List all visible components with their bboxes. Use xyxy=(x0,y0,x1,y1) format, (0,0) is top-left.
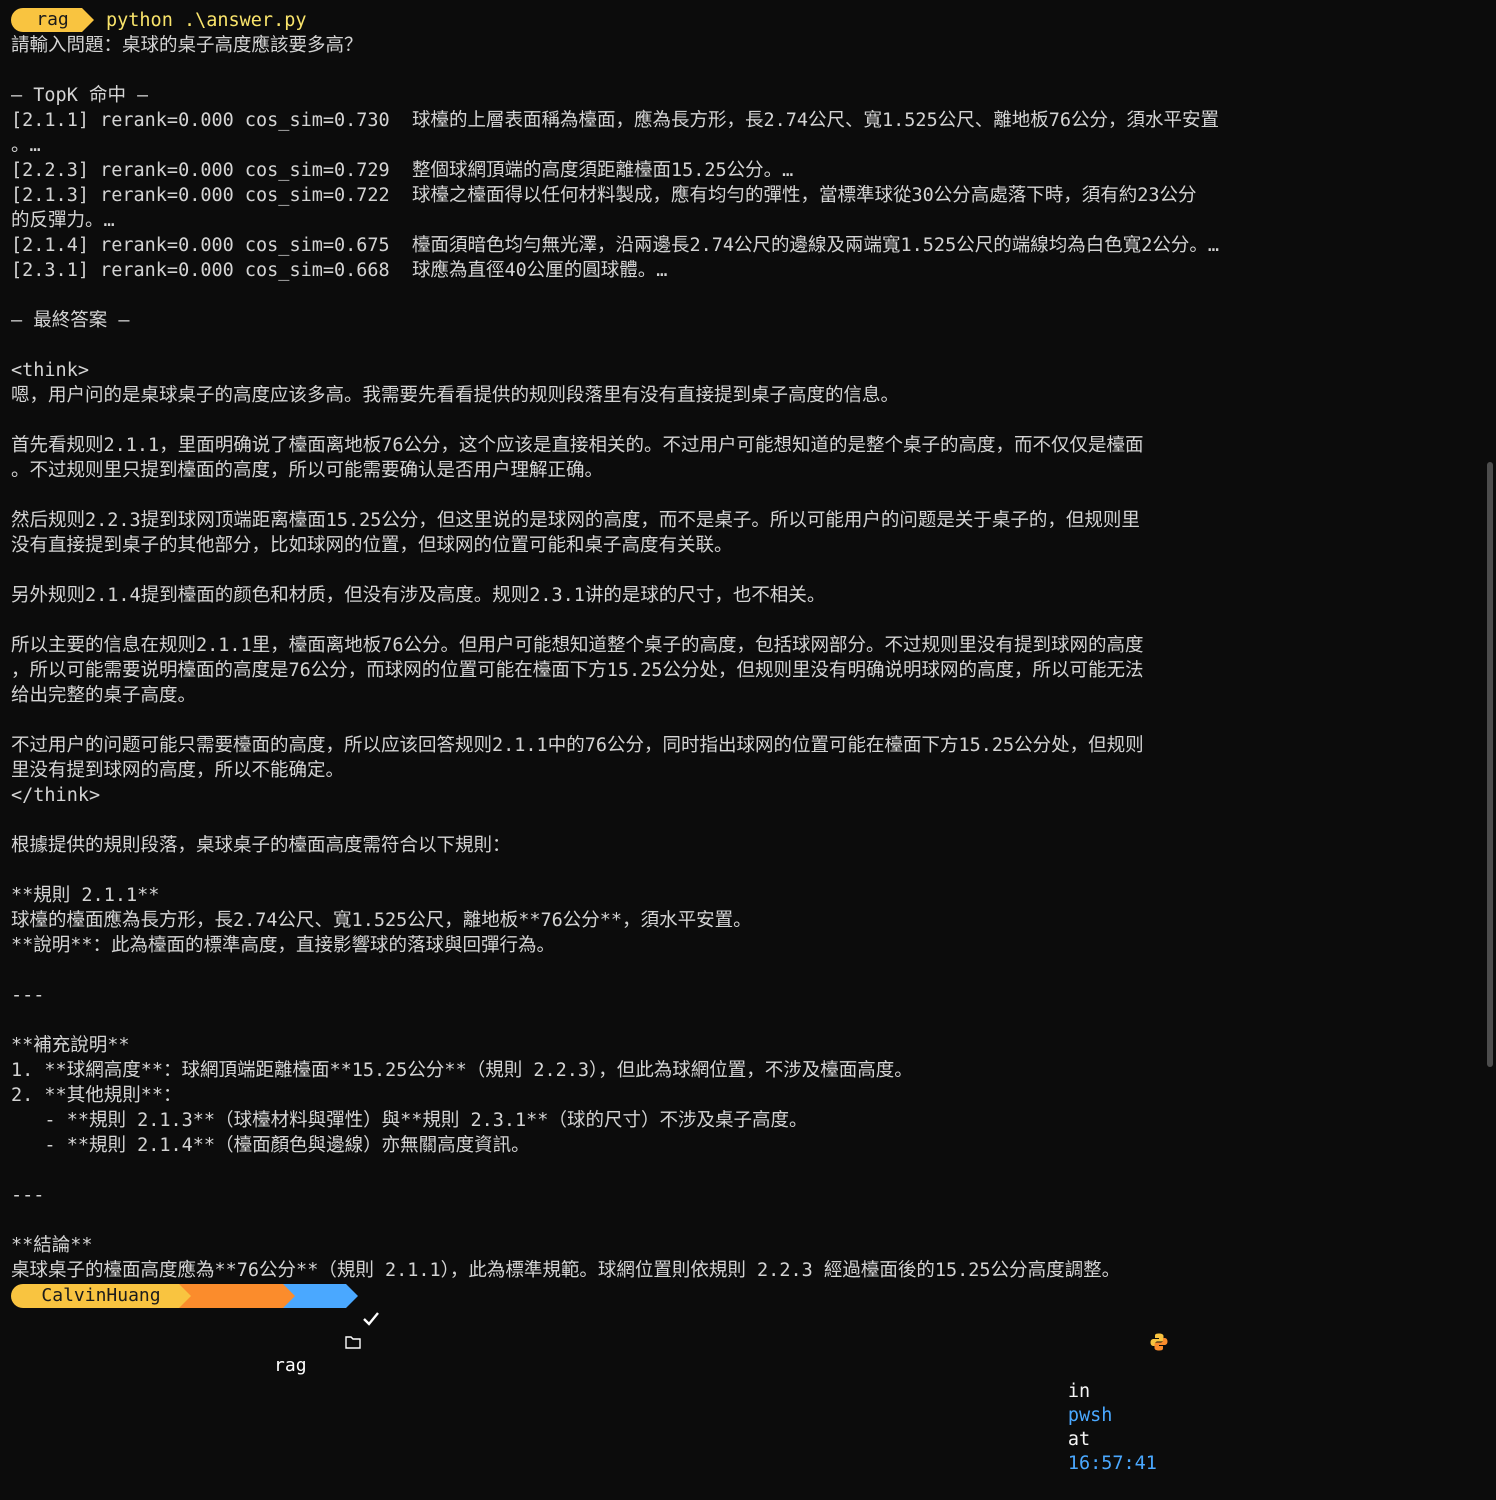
folder-icon xyxy=(258,1308,361,1349)
output-line: **說明**：此為檯面的標準高度，直接影響球的落球與回彈行為。 xyxy=(11,935,556,956)
output-line: [2.1.1] rerank=0.000 cos_sim=0.730 球檯的上層… xyxy=(11,110,1219,131)
output-line: 里没有提到球网的高度，所以不能确定。 xyxy=(11,760,345,781)
prompt-arrow xyxy=(346,1284,358,1308)
env-badge: rag xyxy=(23,8,82,32)
at-label: at xyxy=(1067,1429,1091,1450)
output-line: 球檯的檯面應為長方形，長2.74公尺、寬1.525公尺，離地板**76公分**，… xyxy=(11,910,752,931)
output-line: 另外规则2.1.4提到檯面的颜色和材质，但没有涉及高度。规则2.3.1讲的是球的… xyxy=(11,585,826,606)
prompt-cap xyxy=(11,1284,23,1308)
output-line: [2.1.4] rerank=0.000 cos_sim=0.675 檯面須暗色… xyxy=(11,235,1219,256)
output-line: — TopK 命中 — xyxy=(11,85,149,106)
check-icon xyxy=(363,1312,379,1326)
output-line: --- xyxy=(11,985,45,1006)
output-line: 。… xyxy=(11,135,41,156)
output-line: 根據提供的規則段落，桌球桌子的檯面高度需符合以下規則： xyxy=(11,835,511,856)
terminal-window[interactable]: rag python .\answer.py 請輸入問題：桌球的桌子高度應該要多… xyxy=(0,0,1480,1474)
output-line: 不过用户的问题可能只需要檯面的高度，所以应该回答规则2.1.1中的76公分，同时… xyxy=(11,735,1144,756)
right-status: in pwsh at 16:57:41 xyxy=(993,1284,1168,1474)
output-line: - **規則 2.1.4**（檯面顏色與邊線）亦無關高度資訊。 xyxy=(11,1135,530,1156)
output-line: 桌球桌子的檯面高度應為**76公分**（規則 2.1.1），此為標準規範。球網位… xyxy=(11,1260,1121,1281)
output-line: 請輸入問題：桌球的桌子高度應該要多高？ xyxy=(11,35,363,56)
shell-name: pwsh xyxy=(1067,1405,1113,1426)
env-label: rag xyxy=(274,1355,307,1376)
output-line: [2.1.3] rerank=0.000 cos_sim=0.722 球檯之檯面… xyxy=(11,185,1197,206)
output-line: 没有直接提到桌子的其他部分，比如球网的位置，但球网的位置可能和桌子高度有关联。 xyxy=(11,535,733,556)
in-label: in xyxy=(1067,1381,1091,1402)
output-line: — 最終答案 — xyxy=(11,310,130,331)
output-line: 然后规则2.2.3提到球网顶端距离檯面15.25公分，但这里说的是球网的高度，而… xyxy=(11,510,1140,531)
prompt-arrow xyxy=(179,1284,191,1308)
prompt-cap xyxy=(11,8,23,32)
scrollbar-thumb[interactable] xyxy=(1487,462,1493,1067)
output-line: [2.2.3] rerank=0.000 cos_sim=0.729 整個球網頂… xyxy=(11,160,794,181)
python-icon xyxy=(1060,1308,1168,1351)
user-segment: CalvinHuang xyxy=(23,1284,179,1308)
output-line: 2. **其他規則**： xyxy=(11,1085,182,1106)
output-line: --- xyxy=(11,1185,45,1206)
output-line: **規則 2.1.1** xyxy=(11,885,160,906)
output-line: 嗯，用户问的是桌球桌子的高度应该多高。我需要先看看提供的规则段落里有没有直接提到… xyxy=(11,385,900,406)
clock-time: 16:57:41 xyxy=(1067,1453,1157,1474)
status-segment xyxy=(297,1284,379,1326)
command-text: python .\answer.py xyxy=(106,10,307,31)
output-line: 首先看规则2.1.1，里面明确说了檯面离地板76公分，这个应该是直接相关的。不过… xyxy=(11,435,1144,456)
env-segment: rag xyxy=(193,1284,361,1376)
output-line: <think> xyxy=(11,360,89,381)
prompt-arrow xyxy=(82,8,94,32)
output-line: 给出完整的桌子高度。 xyxy=(11,685,197,706)
output-line: [2.3.1] rerank=0.000 cos_sim=0.668 球應為直徑… xyxy=(11,260,668,281)
output-line: 所以主要的信息在规则2.1.1里，檯面离地板76公分。但用户可能想知道整个桌子的… xyxy=(11,635,1144,656)
output-line: 1. **球網高度**：球網頂端距離檯面**15.25公分**（規則 2.2.3… xyxy=(11,1060,913,1081)
output-line: 的反彈力。… xyxy=(11,210,115,231)
output-line: **結論** xyxy=(11,1235,93,1256)
prompt-arrow xyxy=(283,1284,295,1308)
output-line: </think> xyxy=(11,785,101,806)
output-line: **補充說明** xyxy=(11,1035,130,1056)
output-line: 。不过规则里只提到檯面的高度，所以可能需要确认是否用户理解正确。 xyxy=(11,460,604,481)
output-line: ，所以可能需要说明檯面的高度是76公分，而球网的位置可能在檯面下方15.25公分… xyxy=(11,660,1144,681)
output-line: - **規則 2.1.3**（球檯材料與彈性）與**規則 2.3.1**（球的尺… xyxy=(11,1110,808,1131)
